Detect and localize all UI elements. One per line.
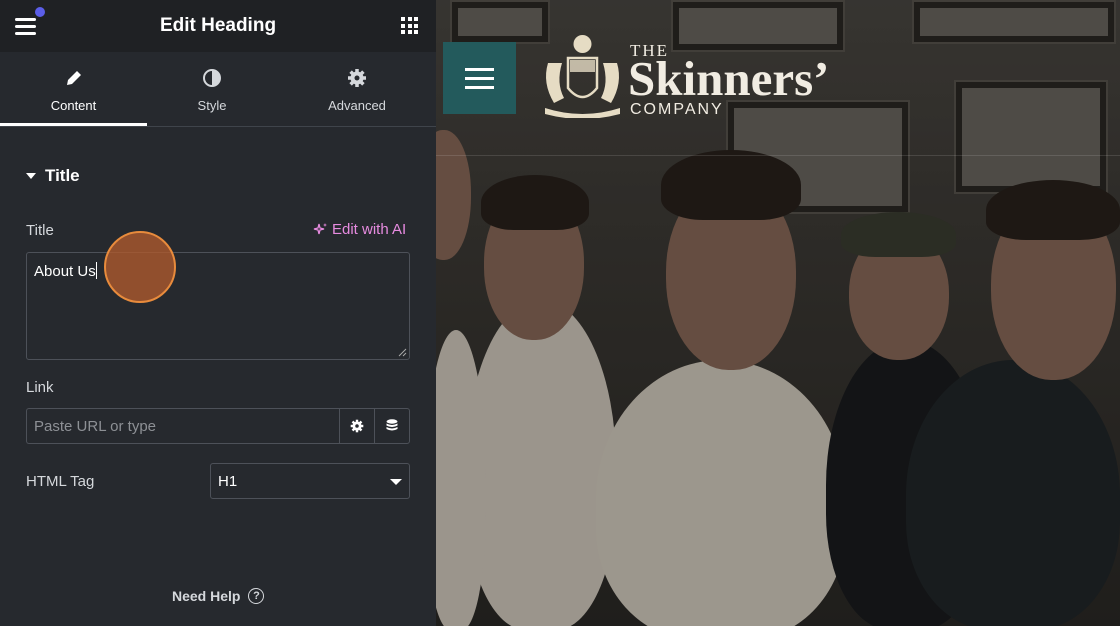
link-input[interactable]: Paste URL or type — [26, 408, 340, 444]
need-help-label: Need Help — [172, 588, 241, 604]
brand-name: Skinners’ — [628, 51, 830, 106]
tab-advanced-label: Advanced — [328, 98, 386, 113]
title-textarea-value: About Us — [34, 263, 96, 280]
link-field-label: Link — [26, 379, 54, 396]
tab-style[interactable]: Style — [147, 52, 277, 126]
database-icon — [386, 419, 398, 431]
header-divider — [436, 155, 1120, 156]
resize-handle-icon[interactable] — [397, 347, 407, 357]
crest-icon — [545, 35, 620, 118]
html-tag-value: H1 — [218, 473, 238, 490]
editor-panel: Edit Heading Content Style Advanced Titl… — [0, 0, 436, 626]
section-title: Title — [45, 166, 80, 185]
dynamic-tags-button[interactable] — [374, 408, 410, 444]
need-help-link[interactable]: Need Help ? — [172, 588, 265, 604]
text-caret — [95, 262, 97, 279]
caret-down-icon — [26, 173, 36, 179]
html-tag-label: HTML Tag — [26, 473, 95, 490]
gear-icon — [350, 419, 364, 433]
tab-content[interactable]: Content — [0, 52, 147, 126]
edit-with-ai-button[interactable]: Edit with AI — [313, 221, 406, 238]
widgets-grid-button[interactable] — [401, 17, 418, 34]
brand-company: COMPANY — [630, 101, 724, 118]
tab-style-label: Style — [197, 98, 227, 113]
sparkle-icon — [313, 223, 327, 235]
tab-content-label: Content — [50, 98, 97, 113]
question-icon: ? — [248, 588, 265, 604]
title-textarea[interactable]: About Us — [26, 252, 410, 360]
editor-topbar: Edit Heading — [0, 0, 436, 52]
panel-title: Edit Heading — [159, 15, 277, 36]
gear-icon — [282, 68, 432, 88]
tab-advanced[interactable]: Advanced — [282, 52, 432, 126]
chevron-down-icon — [390, 479, 402, 485]
site-menu-button[interactable] — [443, 42, 516, 114]
link-input-placeholder: Paste URL or type — [34, 418, 156, 435]
panel-tabs: Content Style Advanced — [0, 52, 436, 127]
pencil-icon — [0, 68, 147, 88]
contrast-icon — [147, 68, 277, 88]
link-options-button[interactable] — [339, 408, 375, 444]
html-tag-select[interactable]: H1 — [210, 463, 410, 499]
title-field-label: Title — [26, 222, 54, 239]
edit-with-ai-label: Edit with AI — [332, 221, 407, 238]
section-title-toggle[interactable]: Title — [26, 166, 80, 186]
